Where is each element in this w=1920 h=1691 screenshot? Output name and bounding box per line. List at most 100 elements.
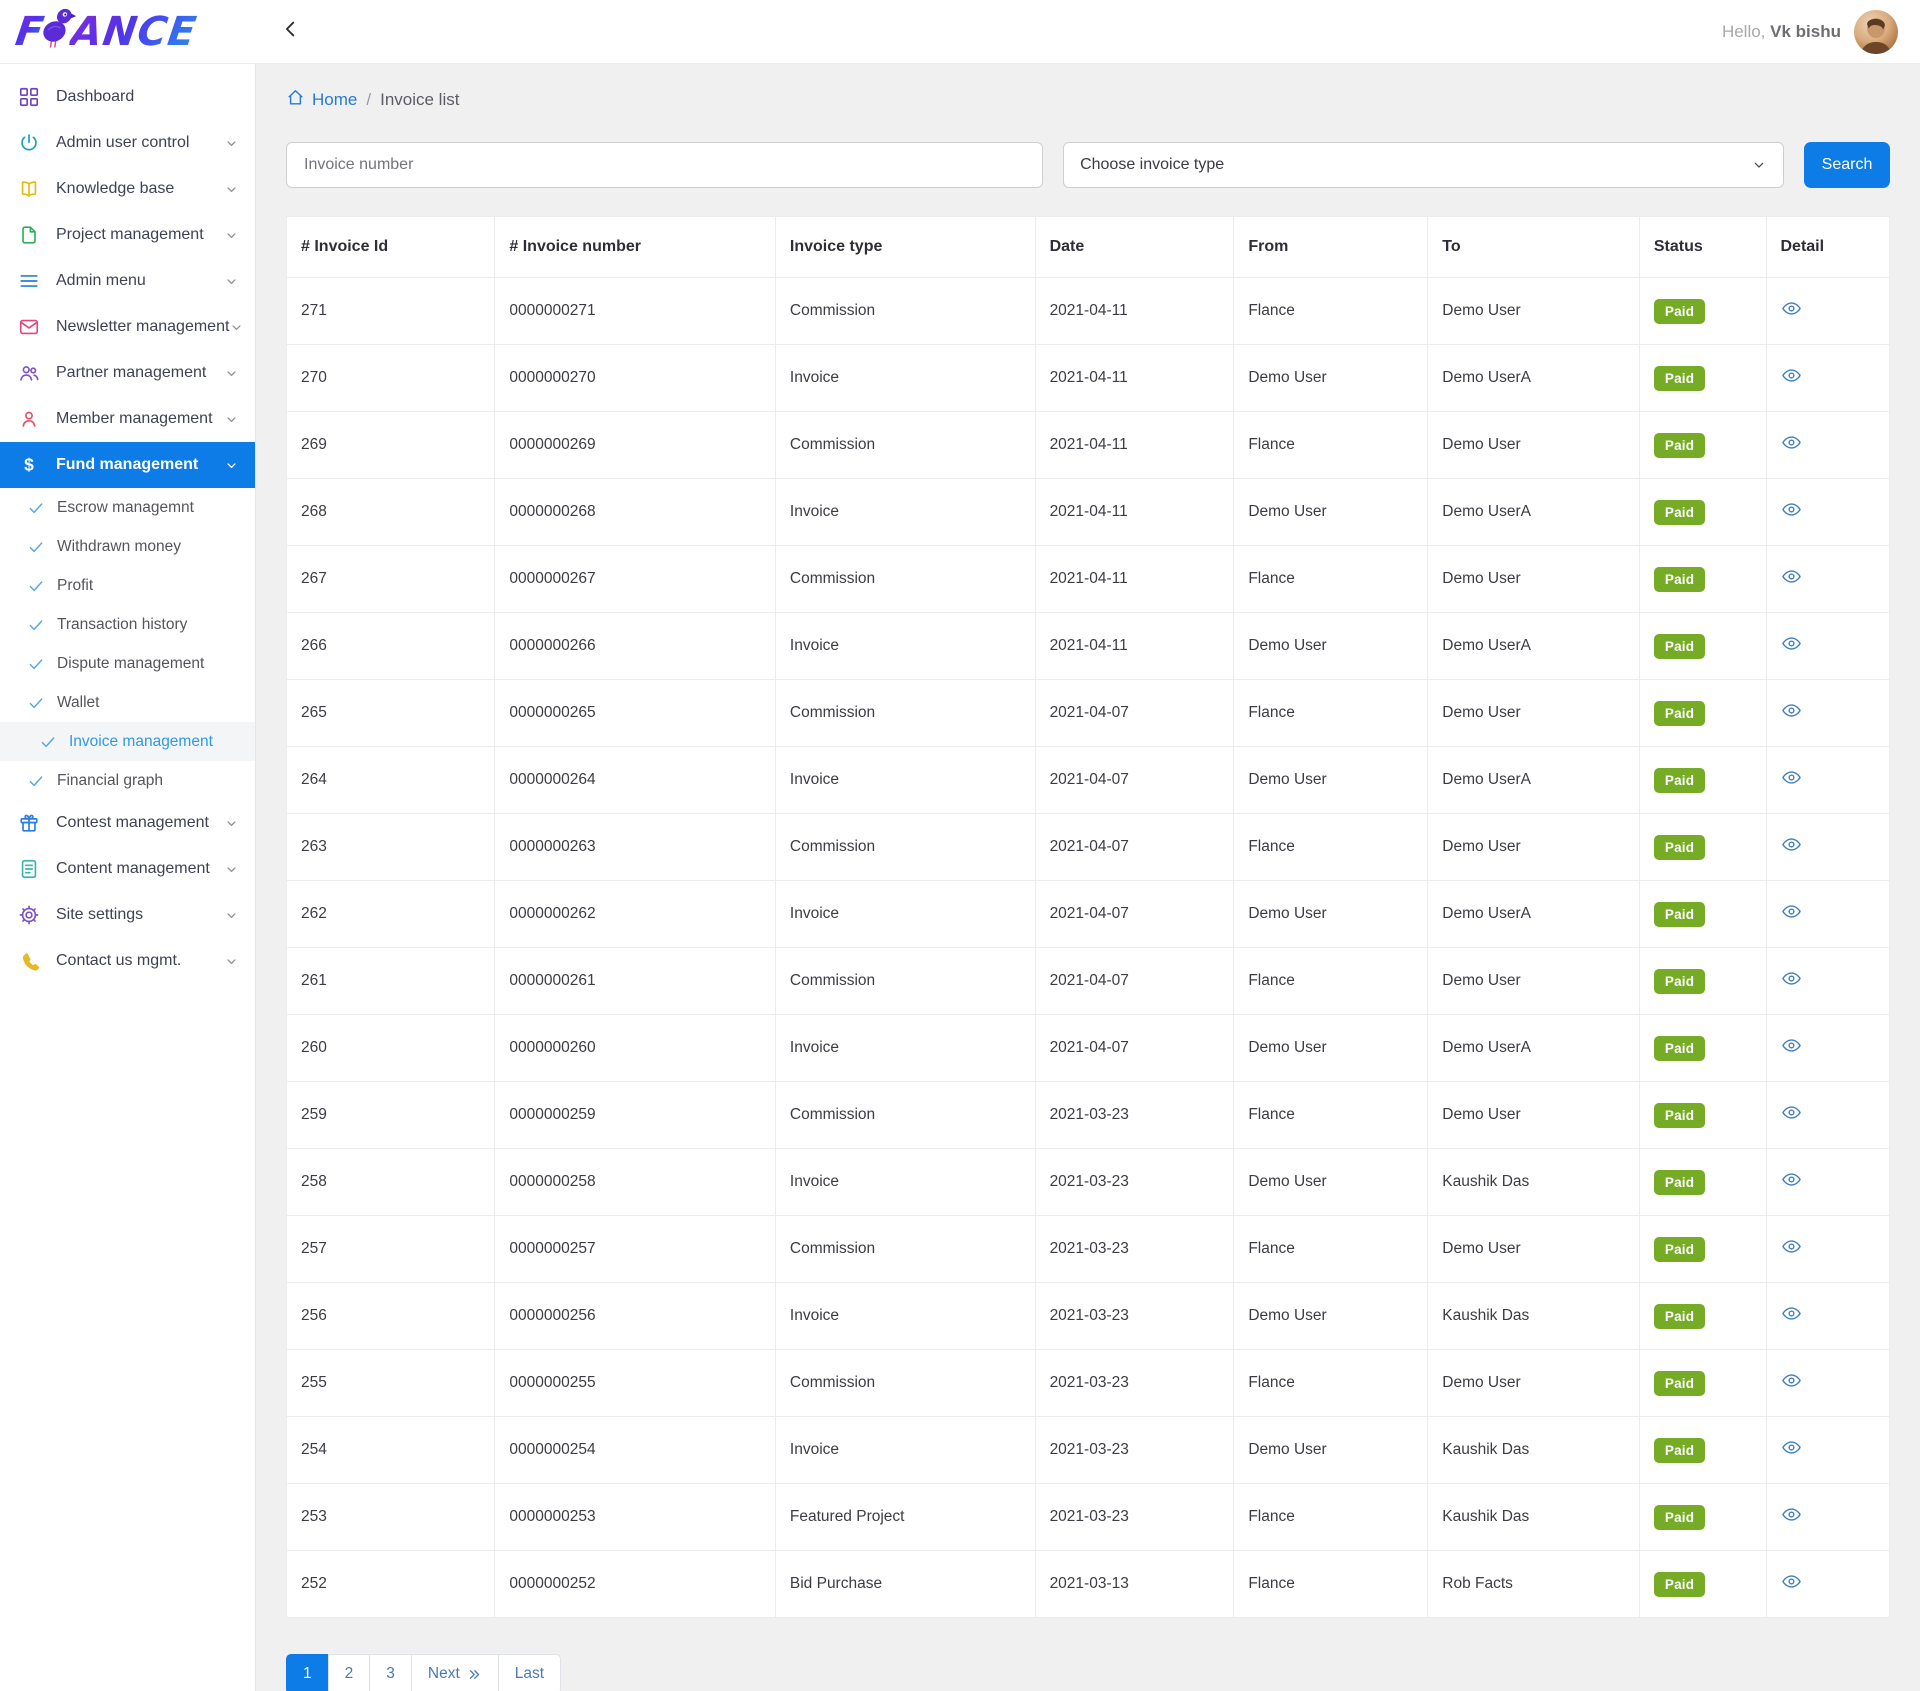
detail-eye-button[interactable] [1781,1169,1802,1190]
detail-eye-button[interactable] [1781,1102,1802,1123]
column-header-status: Status [1639,217,1766,278]
cell-status: Paid [1639,1350,1766,1417]
detail-eye-button[interactable] [1781,1370,1802,1391]
sidebar-subitem-label: Transaction history [57,616,187,634]
cell-from: Flance [1234,948,1428,1015]
cell-type: Invoice [775,345,1035,412]
cell-from: Flance [1234,1484,1428,1551]
cell-to: Demo User [1428,1350,1640,1417]
sidebar-item-site-settings[interactable]: Site settings [0,892,255,938]
sidebar-item-content-management[interactable]: Content management [0,846,255,892]
detail-eye-button[interactable] [1781,1035,1802,1056]
detail-eye-button[interactable] [1781,633,1802,654]
pagination-3[interactable]: 3 [369,1654,412,1691]
detail-eye-button[interactable] [1781,432,1802,453]
cell-number: 0000000258 [495,1149,776,1216]
chevron-down-icon [224,458,239,473]
pagination-1[interactable]: 1 [286,1654,329,1691]
status-badge: Paid [1654,1505,1705,1530]
pagination-last[interactable]: Last [498,1654,561,1691]
status-badge: Paid [1654,1572,1705,1597]
search-button[interactable]: Search [1804,142,1890,188]
cell-to: Demo UserA [1428,345,1640,412]
power-icon [18,132,40,154]
pagination-2[interactable]: 2 [328,1654,371,1691]
detail-eye-button[interactable] [1781,499,1802,520]
detail-eye-button[interactable] [1781,1437,1802,1458]
sidebar-item-knowledge-base[interactable]: Knowledge base [0,166,255,212]
invoice-row: 2650000000265Commission2021-04-07FlanceD… [287,680,1890,747]
sidebar-item-admin-menu[interactable]: Admin menu [0,258,255,304]
detail-eye-button[interactable] [1781,298,1802,319]
sidebar-item-label: Contact us mgmt. [56,952,181,970]
sidebar-item-label: Newsletter management [56,318,229,336]
cell-date: 2021-03-23 [1035,1350,1234,1417]
cell-status: Paid [1639,881,1766,948]
sidebar-collapse-button[interactable] [274,15,308,49]
sidebar-item-contact-us-mgmt[interactable]: Contact us mgmt. [0,938,255,984]
sidebar-item-project-management[interactable]: Project management [0,212,255,258]
sidebar-item-newsletter-management[interactable]: Newsletter management [0,304,255,350]
sidebar-subitem-withdrawn-money[interactable]: Withdrawn money [0,527,255,566]
sidebar-item-contest-management[interactable]: Contest management [0,800,255,846]
sidebar-subitem-profit[interactable]: Profit [0,566,255,605]
sidebar-subitem-escrow-managemnt[interactable]: Escrow managemnt [0,488,255,527]
cell-type: Invoice [775,1015,1035,1082]
cell-detail [1766,1082,1890,1149]
sidebar-item-fund-management[interactable]: $Fund management [0,442,255,488]
cell-id: 267 [287,546,495,613]
cell-to: Rob Facts [1428,1551,1640,1618]
cell-detail [1766,1015,1890,1082]
detail-eye-button[interactable] [1781,901,1802,922]
cell-status: Paid [1639,1484,1766,1551]
sidebar-subitem-dispute-management[interactable]: Dispute management [0,644,255,683]
sidebar-subitem-financial-graph[interactable]: Financial graph [0,761,255,800]
breadcrumb-home-link[interactable]: Home [286,88,357,112]
invoice-row: 2530000000253Featured Project2021-03-23F… [287,1484,1890,1551]
detail-eye-button[interactable] [1781,1571,1802,1592]
cell-from: Demo User [1234,1015,1428,1082]
invoice-number-input[interactable] [286,142,1043,188]
sidebar-subitem-transaction-history[interactable]: Transaction history [0,605,255,644]
sidebar-item-label: Project management [56,226,204,244]
detail-eye-button[interactable] [1781,700,1802,721]
sidebar-item-dashboard[interactable]: Dashboard [0,74,255,120]
detail-eye-button[interactable] [1781,968,1802,989]
pagination: 123NextLast [286,1654,1890,1691]
status-badge: Paid [1654,1103,1705,1128]
cell-from: Flance [1234,1551,1428,1618]
sidebar-subitem-invoice-management[interactable]: Invoice management [0,722,255,761]
status-badge: Paid [1654,701,1705,726]
detail-eye-button[interactable] [1781,834,1802,855]
status-badge: Paid [1654,299,1705,324]
cell-type: Commission [775,948,1035,1015]
cell-id: 262 [287,881,495,948]
pagination-next[interactable]: Next [411,1654,499,1691]
status-badge: Paid [1654,1237,1705,1262]
sidebar-item-member-management[interactable]: Member management [0,396,255,442]
user-avatar[interactable] [1854,10,1898,54]
chevron-down-icon [224,862,239,877]
invoice-row: 2540000000254Invoice2021-03-23Demo UserK… [287,1417,1890,1484]
detail-eye-button[interactable] [1781,1504,1802,1525]
detail-eye-button[interactable] [1781,566,1802,587]
cell-number: 0000000269 [495,412,776,479]
sidebar-subitem-label: Wallet [57,694,100,712]
cell-detail [1766,613,1890,680]
detail-eye-button[interactable] [1781,1303,1802,1324]
detail-eye-button[interactable] [1781,767,1802,788]
cell-status: Paid [1639,1216,1766,1283]
cell-number: 0000000270 [495,345,776,412]
cell-type: Commission [775,1082,1035,1149]
cell-type: Commission [775,1350,1035,1417]
sidebar-subitem-wallet[interactable]: Wallet [0,683,255,722]
detail-eye-button[interactable] [1781,1236,1802,1257]
sidebar-item-partner-management[interactable]: Partner management [0,350,255,396]
sidebar-item-admin-user-control[interactable]: Admin user control [0,120,255,166]
invoice-row: 2690000000269Commission2021-04-11FlanceD… [287,412,1890,479]
cell-date: 2021-04-07 [1035,948,1234,1015]
chevron-down-icon [224,366,239,381]
invoice-type-select[interactable]: Choose invoice type [1063,142,1784,188]
detail-eye-button[interactable] [1781,365,1802,386]
status-badge: Paid [1654,969,1705,994]
